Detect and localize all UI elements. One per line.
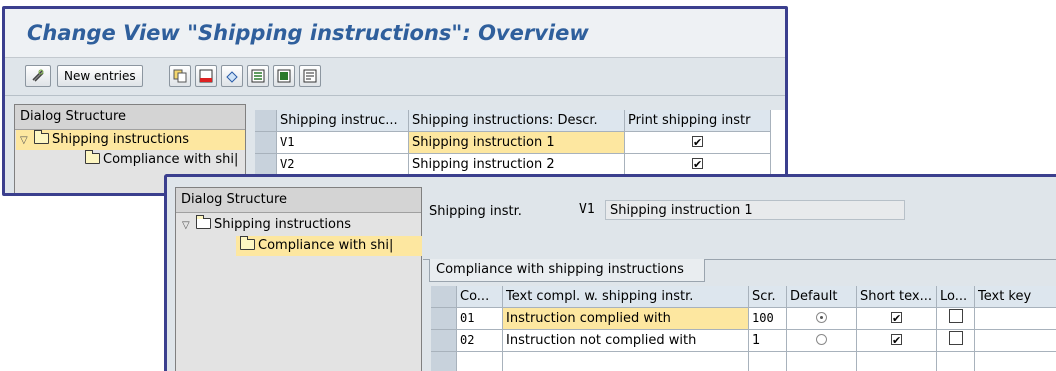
row-selector[interactable] [255,154,277,176]
undo-icon [226,71,238,83]
table-cell-text[interactable]: Instruction complied with [503,308,749,330]
short-text-cell [857,308,937,330]
row-selector[interactable] [431,352,457,371]
open-folder-icon [34,130,49,144]
column-header[interactable]: Shipping instruc... [277,110,409,132]
column-header[interactable]: Shipping instructions: Descr. [409,110,625,132]
dialog-structure-header: Dialog Structure [176,188,421,213]
copy-icon [173,69,187,83]
column-header[interactable]: Text key [975,286,1056,308]
table-cell-description[interactable]: Shipping instruction 1 [409,132,625,154]
column-header[interactable]: Text compl. w. shipping instr. [503,286,749,308]
table-cell-empty[interactable] [857,352,937,371]
tree-item-shipping-instructions[interactable]: ▽ Shipping instructions [16,130,245,150]
table-cell-text[interactable]: Instruction not complied with [503,330,749,352]
lo-checkbox[interactable] [948,331,963,345]
overview-window: Change View "Shipping instructions": Ove… [2,6,788,196]
default-cell [787,308,857,330]
table-cell-empty[interactable] [503,352,749,371]
delete-icon [199,69,213,83]
lo-cell [937,330,975,352]
row-selector[interactable] [431,308,457,330]
new-entries-label: New entries [64,69,136,83]
tree-item-shipping-instructions[interactable]: ▽ Shipping instructions [182,215,351,235]
table-cell-empty[interactable] [937,352,975,371]
table-cell-code[interactable]: V2 [277,154,409,176]
print-checkbox[interactable] [692,154,703,175]
copy-button[interactable] [169,65,191,87]
select-all-corner[interactable] [255,110,277,132]
column-header[interactable]: Lo... [937,286,975,308]
folder-icon [196,215,211,229]
column-header[interactable]: Co... [457,286,503,308]
column-header[interactable]: Default [787,286,857,308]
tree-item-label: Shipping instructions [52,132,189,147]
select-all-button[interactable] [247,65,269,87]
table-cell-code[interactable]: 01 [457,308,503,330]
shipping-instr-description: Shipping instruction 1 [605,200,905,220]
dialog-structure-panel: Dialog Structure ▽ Shipping instructions … [175,187,422,371]
tree-item-label: Compliance with shi| [103,152,239,167]
new-entries-button[interactable]: New entries [57,65,143,87]
print-checkbox-cell [625,132,771,154]
table-cell-description[interactable]: Shipping instruction 2 [409,154,625,176]
short-text-cell [857,330,937,352]
shipping-instr-label: Shipping instr. [429,204,522,219]
column-header[interactable]: Scr. [749,286,787,308]
expand-triangle-icon[interactable]: ▽ [20,131,34,151]
short-text-checkbox[interactable] [891,308,902,329]
lo-checkbox[interactable] [948,309,963,323]
compliance-table: Co... Text compl. w. shipping instr. Scr… [431,286,1056,371]
table-cell-empty[interactable] [975,352,1056,371]
table-cell-text-key[interactable] [975,308,1056,330]
short-text-checkbox[interactable] [891,330,902,351]
default-radio[interactable] [816,312,827,323]
undo-button[interactable] [221,65,243,87]
edit-glasses-icon [32,69,44,82]
expand-triangle-icon[interactable]: ▽ [182,216,196,236]
delete-button[interactable] [195,65,217,87]
table-cell-empty[interactable] [787,352,857,371]
table-cell-empty[interactable] [749,352,787,371]
folder-icon [85,150,100,164]
display-change-button[interactable] [25,65,51,87]
table-cell-empty[interactable] [457,352,503,371]
dialog-structure-header: Dialog Structure [15,105,245,130]
title-bar: Change View "Shipping instructions": Ove… [5,9,785,58]
tree-item-compliance[interactable]: Compliance with shi| [85,150,238,170]
tree-item-compliance[interactable]: Compliance with shi| [236,236,422,256]
row-selector[interactable] [431,330,457,352]
detail-window: Dialog Structure ▽ Shipping instructions … [164,174,1056,371]
table-cell-scr[interactable]: 1 [749,330,787,352]
select-block-button[interactable] [273,65,295,87]
print-checkbox[interactable] [692,132,703,153]
page-title: Change View "Shipping instructions": Ove… [27,21,589,45]
table-cell-code[interactable]: 02 [457,330,503,352]
table-cell-scr[interactable]: 100 [749,308,787,330]
row-selector[interactable] [255,132,277,154]
deselect-all-button[interactable] [299,65,321,87]
toolbar: New entries [5,58,785,96]
tab-compliance[interactable]: Compliance with shipping instructions [429,259,705,282]
select-all-corner[interactable] [431,286,457,308]
tree-item-label: Compliance with shi| [258,238,394,253]
column-header[interactable]: Short tex... [857,286,937,308]
table-cell-code[interactable]: V1 [277,132,409,154]
tree-item-label: Shipping instructions [214,217,351,232]
shipping-instr-code: V1 [579,202,595,217]
default-radio[interactable] [816,334,827,345]
lo-cell [937,308,975,330]
select-all-icon [251,69,265,83]
print-checkbox-cell [625,154,771,176]
deselect-icon [303,69,317,83]
open-folder-icon [240,236,255,250]
default-cell [787,330,857,352]
select-block-icon [277,69,291,83]
column-header[interactable]: Print shipping instr [625,110,771,132]
table-cell-text-key[interactable] [975,330,1056,352]
tab-label: Compliance with shipping instructions [436,262,684,277]
